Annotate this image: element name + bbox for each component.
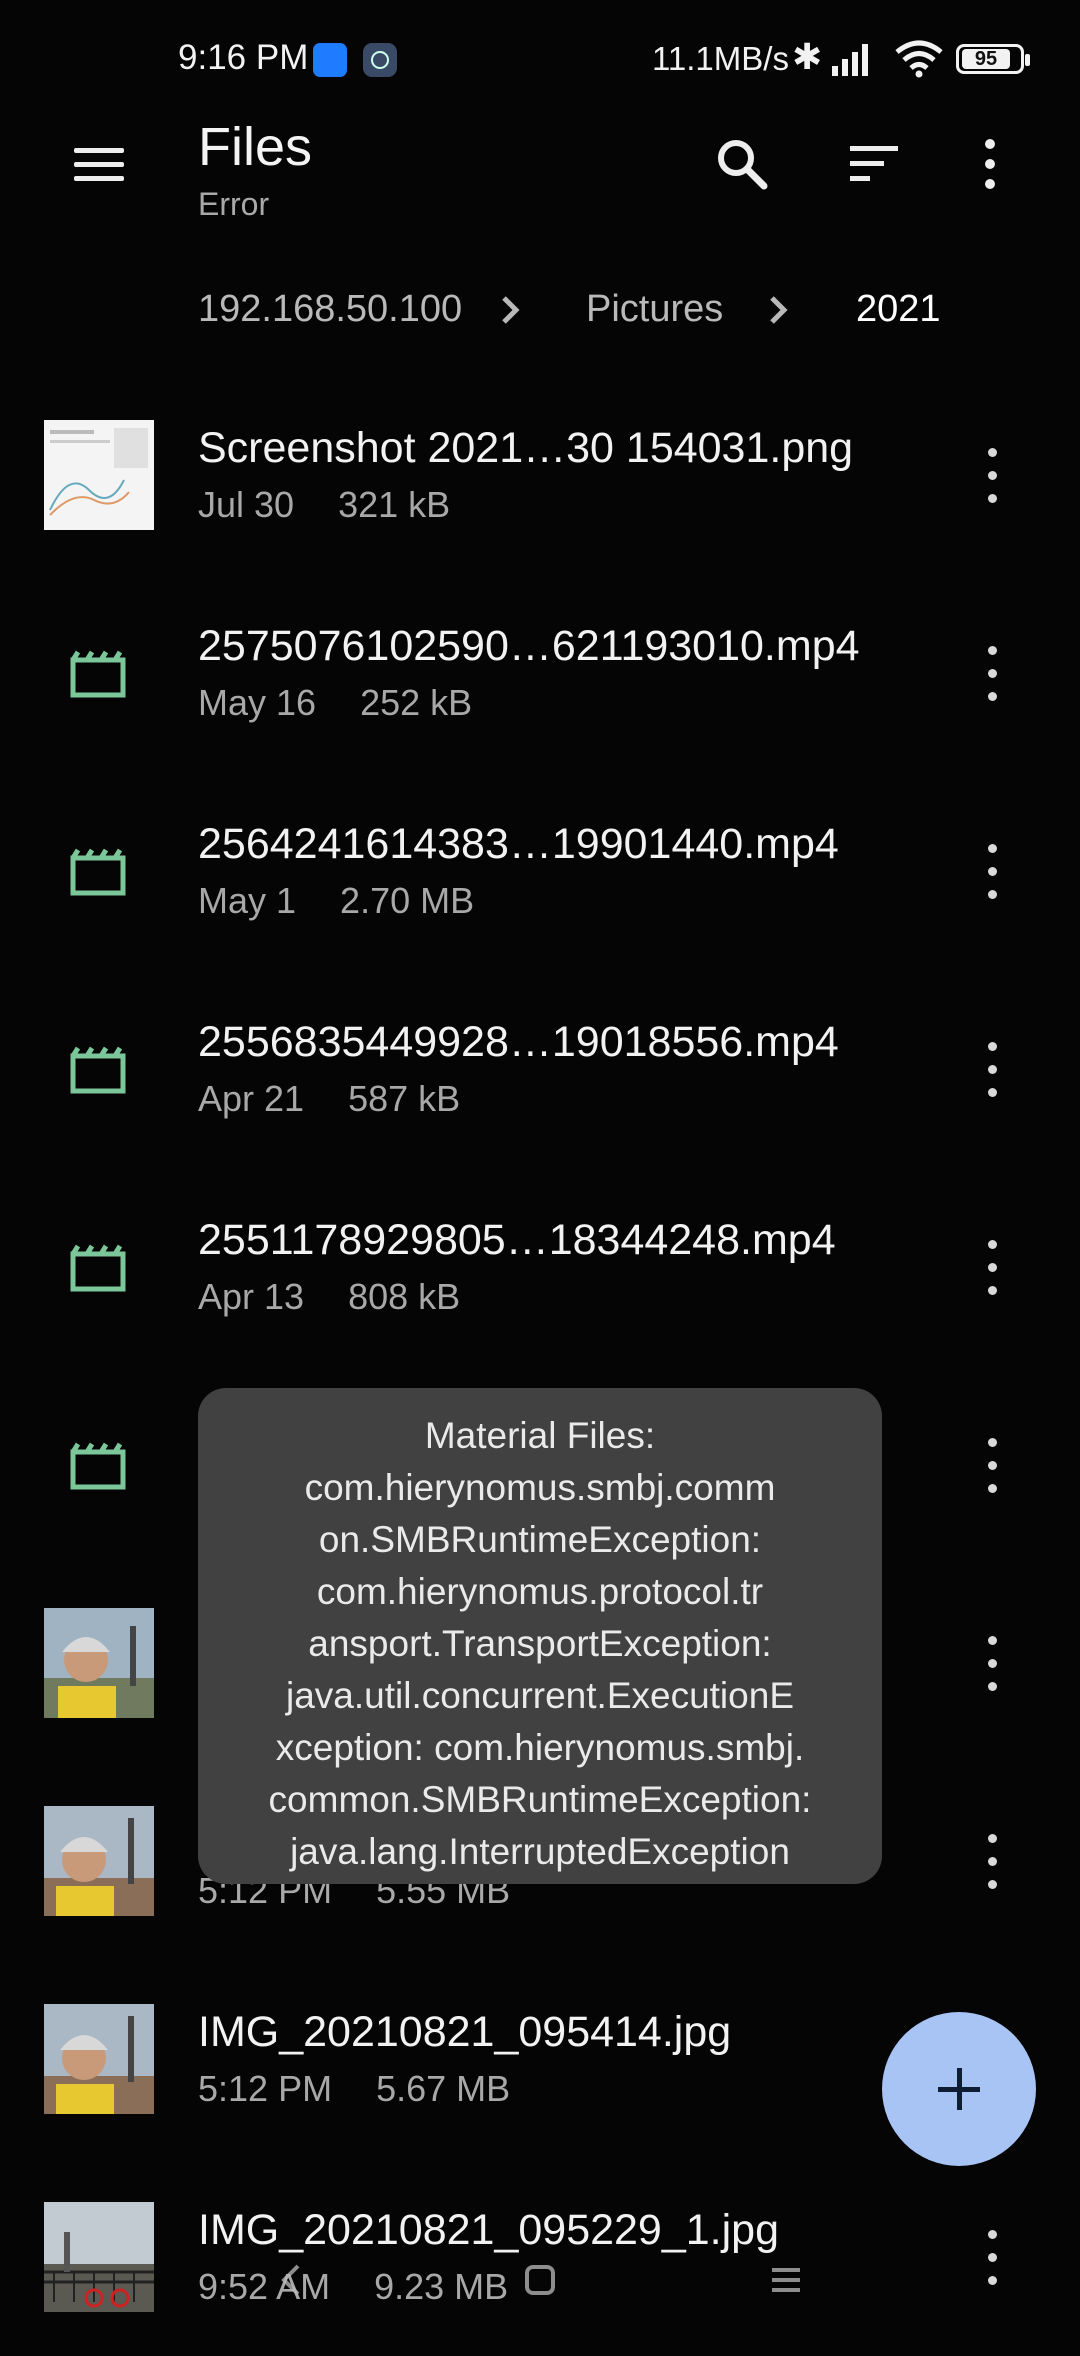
breadcrumb-item[interactable]: Pictures: [586, 288, 723, 331]
file-name: 2556835449928…19018556.mp4: [198, 1018, 839, 1066]
back-icon[interactable]: [272, 2260, 312, 2300]
file-meta: May 16 252 kB: [198, 682, 472, 724]
page-title: Files: [198, 117, 313, 177]
breadcrumb-current[interactable]: 2021: [856, 288, 941, 331]
toast-line: java.util.concurrent.ExecutionE: [286, 1675, 794, 1716]
more-vert-icon[interactable]: [982, 1042, 1002, 1098]
file-thumbnail: [44, 420, 154, 530]
more-vert-icon[interactable]: [982, 448, 1002, 504]
file-size: 321 kB: [338, 484, 451, 525]
status-time: 9:16 PM: [178, 38, 309, 77]
file-size: 2.70 MB: [340, 880, 475, 921]
network-speed: 11.1MB/s: [652, 40, 789, 77]
app-notification-icon: [363, 43, 397, 77]
home-icon[interactable]: [520, 2260, 560, 2300]
file-size: 252 kB: [360, 682, 473, 723]
list-item[interactable]: 2551178929805…18344248.mp4 Apr 13 808 kB: [0, 1168, 1080, 1366]
file-name: IMG_20210821_095414.jpg: [198, 2008, 732, 2056]
chevron-right-icon: [502, 296, 520, 324]
file-name: 2564241614383…19901440.mp4: [198, 820, 839, 868]
file-size: 808 kB: [348, 1276, 461, 1317]
cell-signal-icon: [832, 44, 868, 76]
list-item[interactable]: 2564241614383…19901440.mp4 May 1 2.70 MB: [0, 772, 1080, 970]
video-file-icon: [70, 1442, 126, 1490]
more-vert-icon[interactable]: [958, 132, 1022, 196]
more-vert-icon[interactable]: [982, 1240, 1002, 1296]
file-date: May 16: [198, 682, 317, 723]
breadcrumb-item[interactable]: 192.168.50.100: [198, 288, 462, 331]
list-item[interactable]: 2556835449928…19018556.mp4 Apr 21 587 kB: [0, 970, 1080, 1168]
search-icon[interactable]: [710, 132, 774, 196]
photo-thumbnail: [44, 2004, 154, 2114]
more-vert-icon[interactable]: [982, 646, 1002, 702]
toast-line: ansport.TransportException:: [308, 1623, 772, 1664]
toast-line: java.lang.InterruptedException: [290, 1831, 790, 1872]
error-toast: Material Files: com.hierynomus.smbj.comm…: [198, 1388, 882, 1884]
chevron-right-icon: [770, 296, 788, 324]
file-meta: 5:12 PM 5.67 MB: [198, 2068, 510, 2110]
recents-icon[interactable]: [766, 2260, 806, 2300]
video-file-icon: [70, 1244, 126, 1292]
file-date: Jul 30: [198, 484, 295, 525]
battery-icon: 95: [956, 44, 1030, 74]
file-size: 5.67 MB: [376, 2068, 511, 2109]
video-file-icon: [70, 1046, 126, 1094]
toast-line: common.SMBRuntimeException:: [268, 1779, 812, 1820]
toast-line: Material Files:: [424, 1415, 656, 1456]
menu-icon[interactable]: [66, 140, 134, 192]
more-vert-icon[interactable]: [982, 1438, 1002, 1494]
video-file-icon: [70, 848, 126, 896]
file-meta: Apr 21 587 kB: [198, 1078, 460, 1120]
page-subtitle: Error: [198, 186, 270, 222]
list-item[interactable]: 2575076102590…621193010.mp4 May 16 252 kB: [0, 574, 1080, 772]
photo-thumbnail: [44, 1806, 154, 1916]
more-vert-icon[interactable]: [982, 1834, 1002, 1890]
file-size: 587 kB: [348, 1078, 461, 1119]
video-file-icon: [70, 650, 126, 698]
more-vert-icon[interactable]: [982, 844, 1002, 900]
battery-level: 95: [962, 49, 1010, 69]
files-app-notification-icon: [313, 43, 347, 77]
file-date: Apr 13: [198, 1276, 305, 1317]
file-name: 2575076102590…621193010.mp4: [198, 622, 860, 670]
toast-line: com.hierynomus.smbj.comm: [304, 1467, 776, 1508]
more-vert-icon[interactable]: [982, 1636, 1002, 1692]
file-name: Screenshot 2021…30 154031.png: [198, 424, 854, 472]
file-name: 2551178929805…18344248.mp4: [198, 1216, 836, 1264]
file-meta: Jul 30 321 kB: [198, 484, 450, 526]
file-date: 5:12 PM: [198, 2068, 333, 2109]
sort-icon[interactable]: [842, 132, 906, 196]
status-bar: 9:16 PM 11.1MB/s ✱ 95: [0, 0, 1080, 120]
file-date: Apr 21: [198, 1078, 305, 1119]
toast-line: com.hierynomus.protocol.tr: [316, 1571, 764, 1612]
photo-thumbnail: [44, 1608, 154, 1718]
wifi-icon: [895, 40, 943, 78]
add-button[interactable]: [882, 2012, 1036, 2166]
bluetooth-icon: ✱: [792, 36, 823, 77]
list-item[interactable]: Screenshot 2021…30 154031.png Jul 30 321 …: [0, 376, 1080, 574]
file-date: May 1: [198, 880, 297, 921]
toast-line: xception: com.hierynomus.smbj.: [275, 1727, 805, 1768]
toast-line: on.SMBRuntimeException:: [318, 1519, 762, 1560]
file-meta: May 1 2.70 MB: [198, 880, 474, 922]
file-meta: Apr 13 808 kB: [198, 1276, 460, 1318]
